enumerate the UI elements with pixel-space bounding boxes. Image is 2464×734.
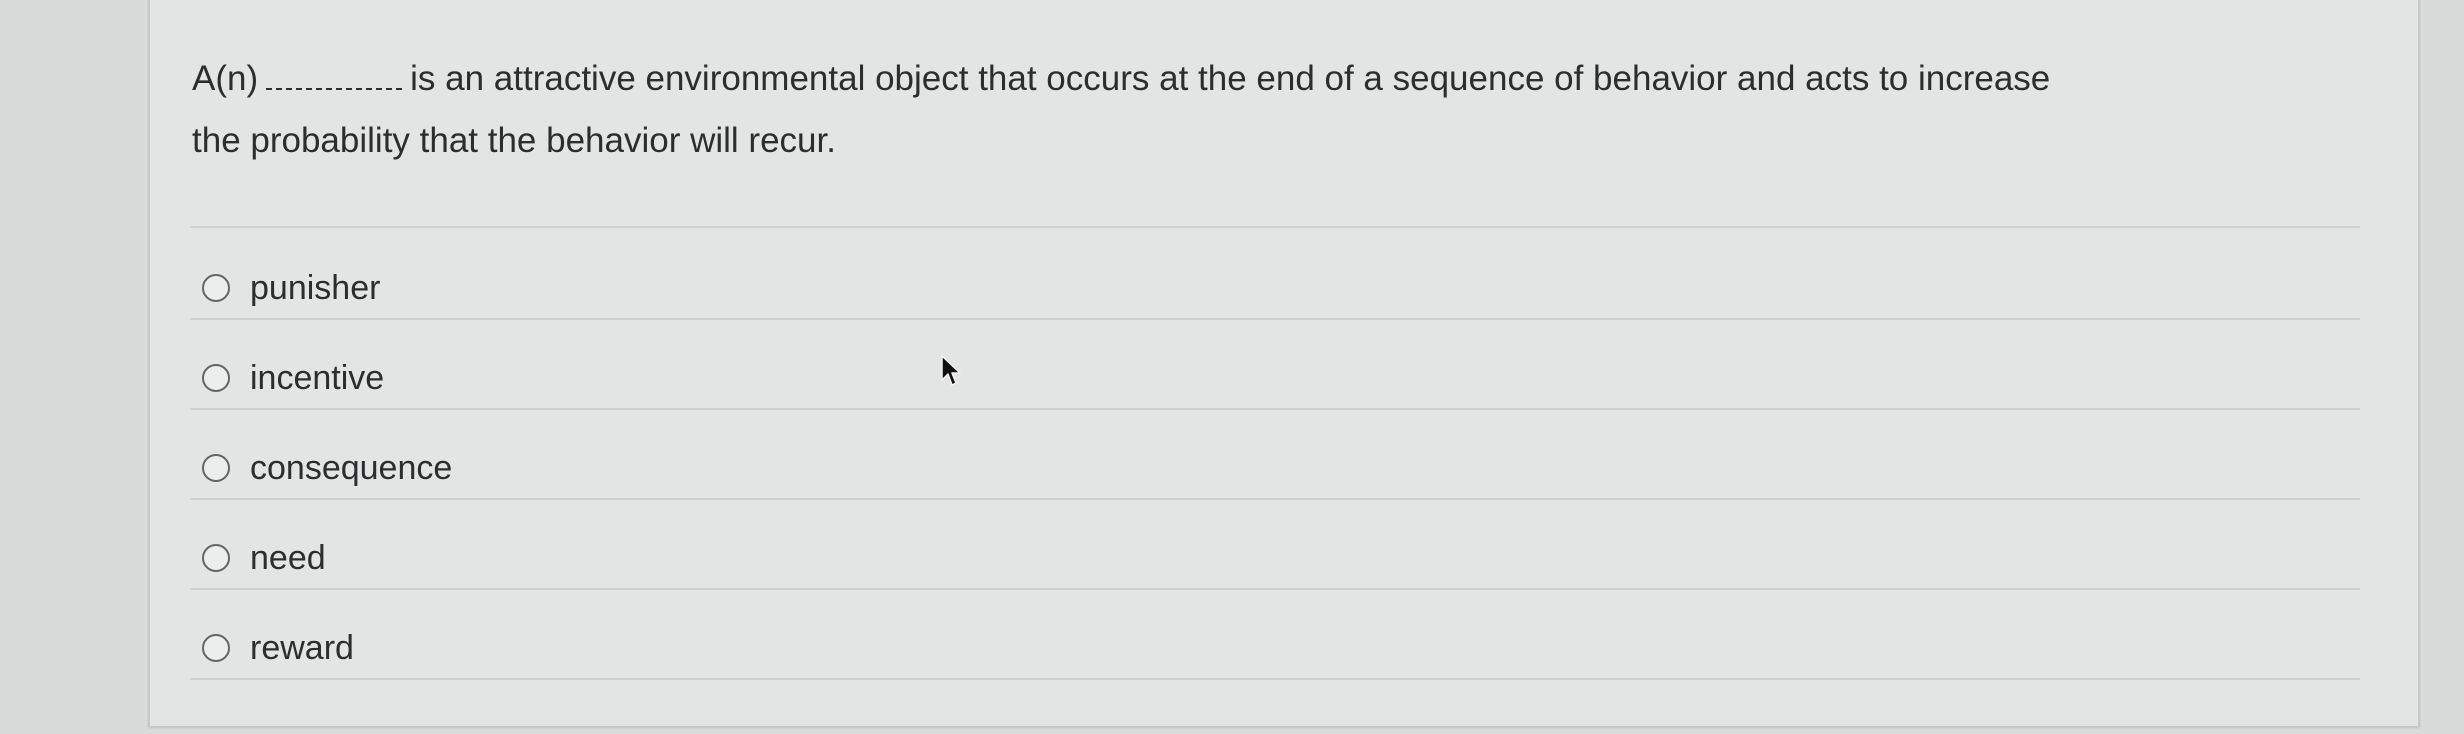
option-incentive[interactable]: incentive <box>190 320 2360 410</box>
question-prefix: A(n) <box>192 59 259 98</box>
option-label: consequence <box>250 449 453 487</box>
option-label: reward <box>250 629 354 667</box>
question-line2: the probability that the behavior will r… <box>192 121 836 160</box>
option-label: need <box>250 539 326 577</box>
radio-button-icon[interactable] <box>202 364 230 392</box>
option-label: incentive <box>250 359 385 397</box>
question-text: A(n) is an attractive environmental objec… <box>192 48 2392 172</box>
answer-blank <box>266 58 403 90</box>
mouse-pointer-icon <box>941 355 961 386</box>
option-reward[interactable]: reward <box>190 590 2360 680</box>
radio-button-icon[interactable] <box>202 544 230 572</box>
option-label: punisher <box>250 269 381 307</box>
radio-button-icon[interactable] <box>202 454 230 482</box>
option-consequence[interactable]: consequence <box>190 410 2360 500</box>
radio-button-icon[interactable] <box>202 634 230 662</box>
question-divider <box>190 226 2360 228</box>
option-need[interactable]: need <box>190 500 2360 590</box>
option-punisher[interactable]: punisher <box>190 230 2360 320</box>
answer-options: punisher incentive consequence need rewa… <box>190 230 2360 680</box>
question-card: A(n) is an attractive environmental objec… <box>148 0 2420 728</box>
radio-button-icon[interactable] <box>202 274 230 302</box>
question-line1: is an attractive environmental object th… <box>410 59 2051 98</box>
